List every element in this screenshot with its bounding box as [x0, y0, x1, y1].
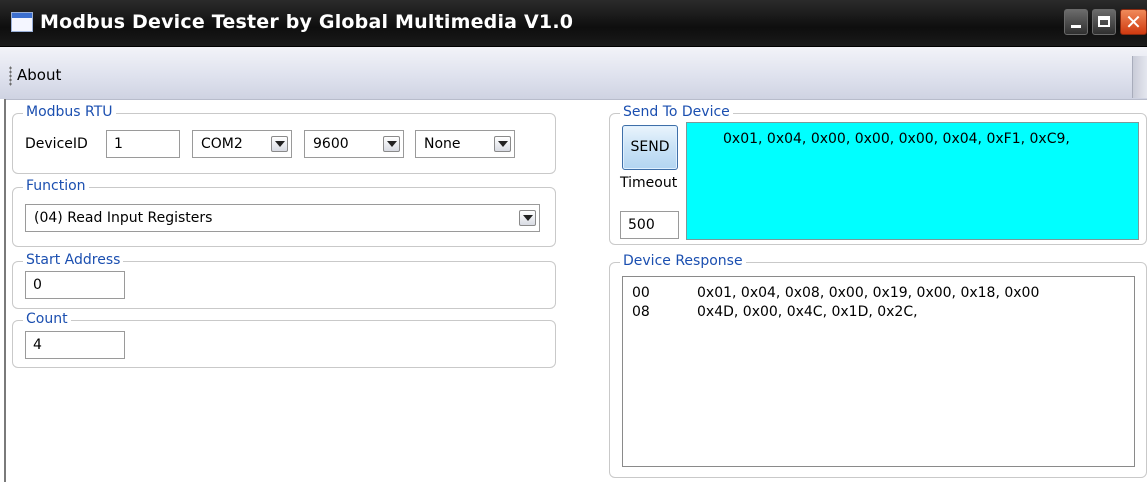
- send-button[interactable]: SEND: [622, 125, 678, 170]
- function-legend: Function: [23, 177, 89, 195]
- window-left-border: [0, 99, 6, 482]
- menu-overflow-button[interactable]: [1132, 56, 1147, 98]
- parity-select[interactable]: None: [415, 130, 515, 158]
- menu-item-about[interactable]: About: [17, 66, 61, 84]
- com-port-value: COM2: [201, 136, 243, 152]
- baud-rate-value: 9600: [313, 136, 349, 152]
- chevron-down-icon[interactable]: [271, 136, 288, 152]
- title-bar[interactable]: Modbus Device Tester by Global Multimedi…: [0, 0, 1147, 47]
- minimize-button[interactable]: [1064, 9, 1088, 35]
- start-address-input[interactable]: 0: [25, 271, 125, 299]
- device-id-input[interactable]: 1: [106, 130, 180, 158]
- chevron-down-icon[interactable]: [519, 210, 536, 226]
- device-response-list[interactable]: 00 0x01, 0x04, 0x08, 0x00, 0x19, 0x00, 0…: [622, 276, 1135, 467]
- chevron-down-icon[interactable]: [383, 136, 400, 152]
- toolstrip-grip-icon[interactable]: [9, 66, 12, 86]
- response-bytes: 0x4D, 0x00, 0x4C, 0x1D, 0x2C,: [697, 304, 918, 320]
- count-input[interactable]: 4: [25, 331, 125, 359]
- close-icon: ✕: [1125, 10, 1142, 34]
- baud-rate-select[interactable]: 9600: [304, 130, 404, 158]
- maximize-button[interactable]: [1092, 9, 1116, 35]
- count-legend: Count: [23, 310, 71, 328]
- response-offset: 00: [632, 285, 650, 301]
- com-port-select[interactable]: COM2: [192, 130, 292, 158]
- menu-bar: [0, 47, 1147, 100]
- send-payload-text: 0x01, 0x04, 0x00, 0x00, 0x00, 0x04, 0xF1…: [723, 131, 1070, 147]
- main-window: Modbus Device Tester by Global Multimedi…: [0, 0, 1147, 482]
- send-payload-box[interactable]: 0x01, 0x04, 0x00, 0x00, 0x00, 0x04, 0xF1…: [686, 122, 1139, 240]
- device-response-legend: Device Response: [620, 252, 746, 270]
- parity-value: None: [424, 136, 461, 152]
- start-address-legend: Start Address: [23, 251, 124, 269]
- response-offset: 08: [632, 304, 650, 320]
- timeout-label: Timeout: [620, 175, 678, 191]
- send-to-device-legend: Send To Device: [620, 103, 733, 121]
- window-title: Modbus Device Tester by Global Multimedi…: [40, 11, 574, 33]
- device-id-label: DeviceID: [25, 136, 88, 152]
- response-bytes: 0x01, 0x04, 0x08, 0x00, 0x19, 0x00, 0x18…: [697, 285, 1040, 301]
- function-select[interactable]: (04) Read Input Registers: [25, 204, 540, 232]
- chevron-down-icon[interactable]: [494, 136, 511, 152]
- close-button[interactable]: ✕: [1120, 9, 1147, 35]
- modbus-rtu-legend: Modbus RTU: [23, 103, 116, 121]
- app-window-icon: [11, 12, 33, 32]
- function-value: (04) Read Input Registers: [34, 210, 213, 226]
- timeout-input[interactable]: 500: [620, 211, 679, 239]
